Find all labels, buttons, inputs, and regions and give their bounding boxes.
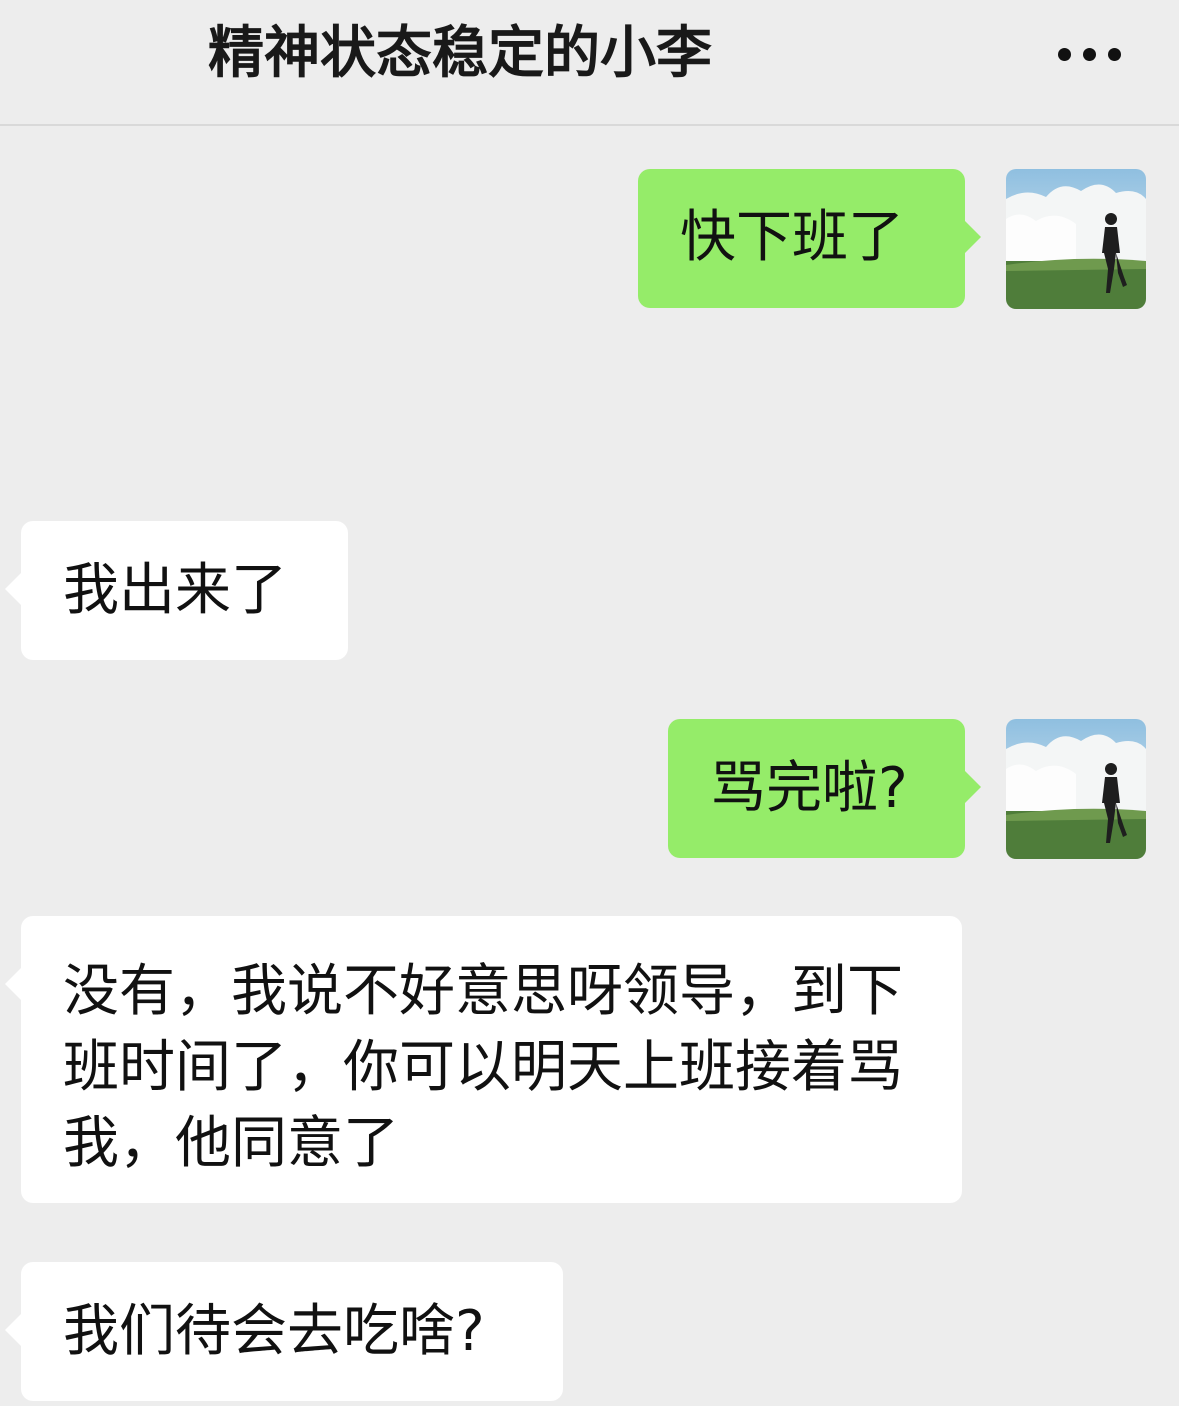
chat-title: 精神状态稳定的小李 [208,21,712,86]
message-bubble-sent[interactable]: 快下班了 [638,169,981,308]
message-bubble-received[interactable]: 我们待会去吃啥? [5,1262,563,1401]
ellipsis-dot [1058,48,1071,61]
my-avatar[interactable] [1006,169,1146,309]
ellipsis-dot [1108,48,1121,61]
message-bubble-received[interactable]: 没有，我说不好意思呀领导，到下班时间了，你可以明天上班接着骂我，他同意了 [5,916,962,1203]
message-bubble-received[interactable]: 我出来了 [5,521,348,660]
my-avatar[interactable] [1006,719,1146,859]
chat-header: 精神状态稳定的小李 [0,0,1179,126]
ellipsis-dot [1083,48,1096,61]
ellipsis-icon[interactable] [1052,42,1128,70]
message-bubble-sent[interactable]: 骂完啦? [668,719,981,858]
